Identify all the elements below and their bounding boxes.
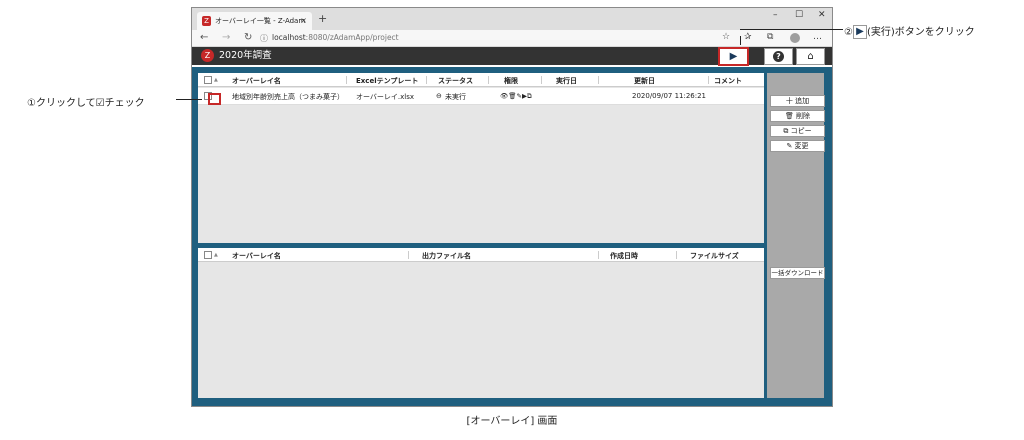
row-overlay-name: 地域別年齢別売上高（つまみ菓子）: [232, 93, 344, 101]
address-bar: ← → ↻ ⓘ localhost:8080/zAdamApp/project …: [192, 30, 832, 47]
edit-button[interactable]: ✎ 変更: [770, 140, 825, 152]
url-field[interactable]: localhost:8080/zAdamApp/project: [272, 33, 399, 42]
maximize-button[interactable]: ☐: [795, 10, 803, 20]
help-button[interactable]: ?: [764, 48, 793, 65]
more-menu-icon[interactable]: …: [813, 32, 822, 42]
tab-close-icon[interactable]: ×: [300, 12, 307, 30]
favorites-icon[interactable]: ✰: [744, 32, 752, 42]
col-output-overlay-name[interactable]: オーバーレイ名: [232, 251, 281, 261]
permission-icons[interactable]: 👁🗑✎▶⧉: [500, 92, 532, 101]
step2-text: (実行)ボタンをクリック: [866, 27, 975, 38]
col-updated[interactable]: 更新日: [634, 76, 655, 86]
app-logo-icon: Z: [201, 49, 214, 62]
app-header: Z 2020年調査 ▶ ? ⌂: [192, 47, 832, 66]
step2-callout: ② ▶ (実行)ボタンをクリック: [844, 23, 975, 39]
tab-title: オーバーレイ一覧 - Z-Adam: [215, 17, 306, 25]
action-column: 十 追加 🗑 削除 ⧉ コピー ✎ 変更 一括ダウンロード: [767, 73, 825, 398]
col-overlay-name[interactable]: オーバーレイ名: [232, 76, 281, 86]
output-file-panel: ▲ オーバーレイ名 出力ファイル名 作成日時 ファイルサイズ: [198, 246, 764, 398]
col-permission[interactable]: 権限: [504, 76, 518, 86]
minimize-button[interactable]: –: [773, 10, 778, 20]
select-all-checkbox[interactable]: [204, 76, 212, 84]
browser-tab[interactable]: Z オーバーレイ一覧 - Z-Adam ×: [197, 12, 312, 30]
tab-bar: Z オーバーレイ一覧 - Z-Adam × + – ☐ ✕: [192, 8, 832, 30]
col-status[interactable]: ステータス: [438, 76, 473, 86]
step1-highlight-box: [208, 93, 221, 105]
select-all-output-checkbox[interactable]: [204, 251, 212, 259]
step1-leader-line: [176, 99, 202, 100]
copy-button[interactable]: ⧉ コピー: [770, 125, 825, 137]
step2-number: ②: [844, 27, 853, 38]
add-button[interactable]: 十 追加: [770, 95, 825, 107]
sort-icon[interactable]: ▲: [214, 252, 218, 258]
new-tab-button[interactable]: +: [318, 12, 327, 25]
collections-icon[interactable]: ⧉: [767, 32, 773, 42]
col-excel-template[interactable]: Excelテンプレート: [356, 76, 418, 86]
step2-leader-line: [740, 36, 741, 45]
play-icon: ▶: [852, 25, 867, 39]
run-button[interactable]: ▶: [718, 47, 749, 66]
overlay-table-header: ▲ オーバーレイ名 Excelテンプレート ステータス 権限 実行日 更新日 コ…: [198, 73, 764, 87]
table-row[interactable]: 地域別年齢別売上高（つまみ菓子） オーバーレイ.xlsx ⊖ 未実行 👁🗑✎▶⧉…: [198, 88, 764, 105]
output-table-header: ▲ オーバーレイ名 出力ファイル名 作成日時 ファイルサイズ: [198, 248, 764, 262]
status-icon: ⊖: [436, 92, 442, 100]
favorite-star-icon[interactable]: ☆: [722, 32, 730, 42]
project-title: 2020年調査: [219, 50, 272, 61]
delete-button[interactable]: 🗑 削除: [770, 110, 825, 122]
profile-avatar[interactable]: [790, 33, 800, 43]
overlay-list-panel: ▲ オーバーレイ名 Excelテンプレート ステータス 権限 実行日 更新日 コ…: [198, 73, 764, 243]
row-updated: 2020/09/07 11:26:21: [632, 92, 707, 100]
step1-callout: ①クリックして☑チェック: [27, 98, 145, 109]
bulk-download-button[interactable]: 一括ダウンロード: [770, 267, 825, 279]
browser-window: Z オーバーレイ一覧 - Z-Adam × + – ☐ ✕ ← → ↻ ⓘ lo…: [191, 7, 833, 407]
row-template: オーバーレイ.xlsx: [356, 93, 415, 101]
back-icon[interactable]: ←: [200, 32, 208, 43]
help-icon: ?: [773, 51, 784, 62]
reload-icon[interactable]: ↻: [244, 32, 252, 43]
info-icon[interactable]: ⓘ: [260, 33, 268, 44]
url-host: localhost: [272, 33, 306, 42]
col-comment[interactable]: コメント: [714, 76, 742, 86]
url-path: :8080/zAdamApp/project: [305, 33, 399, 42]
favicon-icon: Z: [202, 16, 211, 26]
col-output-filename[interactable]: 出力ファイル名: [422, 251, 471, 261]
sort-icon[interactable]: ▲: [214, 77, 218, 83]
step2-leader-line-h: [740, 29, 843, 30]
forward-icon[interactable]: →: [222, 32, 230, 43]
col-created[interactable]: 作成日時: [610, 251, 638, 261]
col-executed[interactable]: 実行日: [556, 76, 577, 86]
content-frame: ▲ オーバーレイ名 Excelテンプレート ステータス 権限 実行日 更新日 コ…: [192, 67, 832, 406]
home-button[interactable]: ⌂: [796, 48, 825, 65]
close-window-button[interactable]: ✕: [818, 10, 826, 20]
row-status: 未実行: [445, 93, 466, 101]
figure-caption: [オーバーレイ] 画面: [466, 416, 558, 427]
col-file-size[interactable]: ファイルサイズ: [690, 251, 739, 261]
